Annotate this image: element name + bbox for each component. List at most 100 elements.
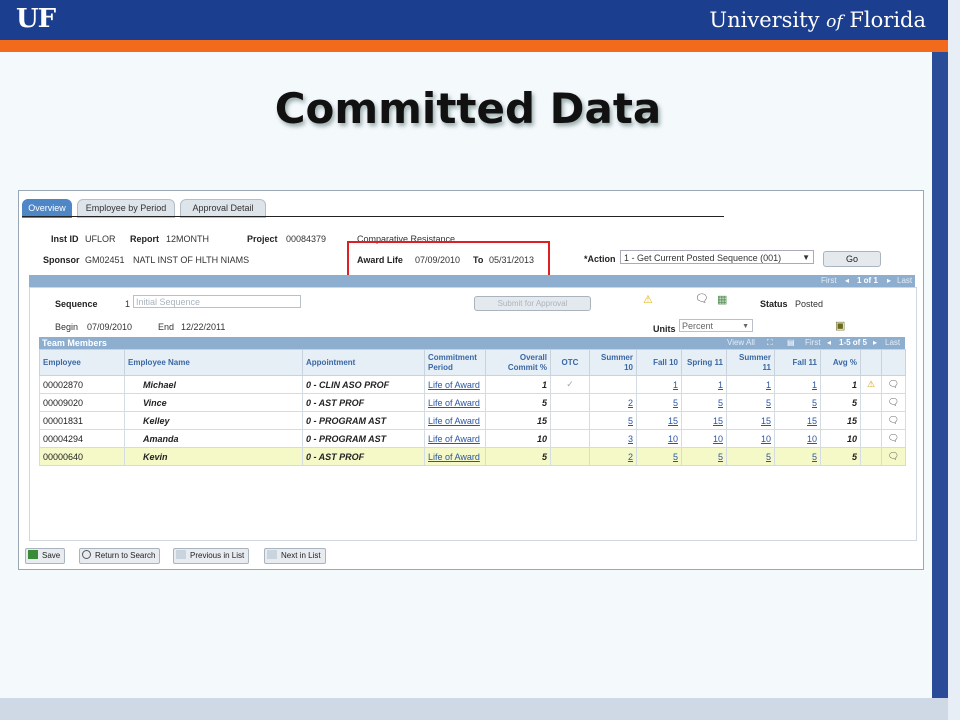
fall-10-link[interactable]: 5: [636, 393, 682, 412]
award-life-label: Award Life: [357, 255, 403, 265]
fall-11-link[interactable]: 5: [774, 393, 821, 412]
col-summer-11[interactable]: Summer 11: [726, 349, 775, 376]
comment-icon[interactable]: 🗨: [881, 429, 906, 448]
inst-id-value: UFLOR: [85, 234, 116, 244]
col-employee[interactable]: Employee: [39, 349, 125, 376]
otc-checkbox[interactable]: [550, 411, 590, 430]
commitment-period-link[interactable]: Life of Award: [424, 393, 486, 412]
col-otc[interactable]: OTC: [550, 349, 590, 376]
col-commitment-period[interactable]: Commitment Period: [424, 349, 486, 376]
save-icon: [28, 550, 38, 559]
avg-cell: 1: [820, 375, 861, 394]
spring-11-link[interactable]: 5: [681, 447, 727, 466]
warning-icon[interactable]: ⚠: [860, 375, 882, 394]
col-overall-commit[interactable]: Overall Commit %: [485, 349, 551, 376]
fall-10-link[interactable]: 5: [636, 447, 682, 466]
fall-11-link[interactable]: 15: [774, 411, 821, 430]
spring-11-link[interactable]: 15: [681, 411, 727, 430]
summer-10-link[interactable]: 2: [589, 447, 637, 466]
next-arrow-icon[interactable]: ▸: [873, 338, 877, 347]
comment-icon[interactable]: 🗨: [881, 411, 906, 430]
team-nav-first[interactable]: First: [805, 338, 821, 347]
orange-stripe: [0, 40, 948, 52]
prev-arrow-icon[interactable]: ◂: [827, 338, 831, 347]
submit-approval-button[interactable]: Submit for Approval: [474, 296, 591, 311]
folder-icon[interactable]: ▣: [835, 321, 845, 332]
summer-11-link[interactable]: 1: [726, 375, 775, 394]
comment-icon[interactable]: 🗨: [695, 294, 709, 305]
warning-icon[interactable]: ⚠: [643, 295, 653, 306]
prev-arrow-icon[interactable]: ◂: [845, 276, 849, 285]
sequence-label: Sequence: [55, 299, 98, 309]
summer-11-link[interactable]: 10: [726, 429, 775, 448]
sequence-input[interactable]: Initial Sequence: [133, 295, 301, 308]
table-row[interactable]: 00001831 Kelley 0 - PROGRAM AST Life of Awa…: [39, 411, 906, 430]
commitment-period-link[interactable]: Life of Award: [424, 429, 486, 448]
fall-10-link[interactable]: 15: [636, 411, 682, 430]
table-row[interactable]: 00000640 Kevin 0 - AST PROF Life of Award 5 2…: [39, 447, 906, 466]
col-appointment[interactable]: Appointment: [302, 349, 425, 376]
save-button[interactable]: Save: [25, 548, 66, 564]
summer-10-link[interactable]: 5: [589, 411, 637, 430]
next-arrow-icon[interactable]: ▸: [887, 276, 891, 285]
fall-11-link[interactable]: 5: [774, 447, 821, 466]
table-row[interactable]: 00009020 Vince 0 - AST PROF Life of Award 5 2…: [39, 393, 906, 412]
warning-icon[interactable]: [860, 393, 882, 412]
col-summer-10[interactable]: Summer 10: [589, 349, 637, 376]
col-employee-name[interactable]: Employee Name: [124, 349, 303, 376]
commitment-period-link[interactable]: Life of Award: [424, 411, 486, 430]
next-in-list-button[interactable]: Next in List: [264, 548, 326, 564]
employee-name-cell: Kevin: [124, 447, 303, 466]
fall-10-link[interactable]: 10: [636, 429, 682, 448]
otc-checkbox[interactable]: [550, 429, 590, 448]
summer-11-link[interactable]: 15: [726, 411, 775, 430]
team-nav-last[interactable]: Last: [885, 338, 900, 347]
otc-checkbox[interactable]: [550, 393, 590, 412]
action-select[interactable]: 1 - Get Current Posted Sequence (001) ▼: [620, 250, 814, 264]
col-avg[interactable]: Avg %: [820, 349, 861, 376]
comment-icon[interactable]: 🗨: [881, 447, 906, 466]
view-all-link[interactable]: View All: [727, 338, 755, 347]
col-fall-10[interactable]: Fall 10: [636, 349, 682, 376]
units-select[interactable]: Percent ▼: [679, 319, 753, 332]
table-row[interactable]: 00002870 Michael 0 - CLIN ASO PROF Life of …: [39, 375, 906, 394]
fall-11-link[interactable]: 10: [774, 429, 821, 448]
sequence-nav-bar: First ◂ 1 of 1 ▸ Last: [29, 275, 915, 287]
slide: UF University of Florida Committed Data …: [0, 0, 960, 720]
previous-in-list-button[interactable]: Previous in List: [173, 548, 250, 564]
warning-icon[interactable]: [860, 447, 882, 466]
right-edge: [948, 0, 960, 720]
grid-icon[interactable]: ▦: [717, 295, 727, 306]
commitment-period-link[interactable]: Life of Award: [424, 375, 486, 394]
fall-11-link[interactable]: 1: [774, 375, 821, 394]
comment-icon[interactable]: 🗨: [881, 375, 906, 394]
col-fall-11[interactable]: Fall 11: [774, 349, 821, 376]
fall-10-link[interactable]: 1: [636, 375, 682, 394]
summer-10-link[interactable]: [589, 375, 637, 394]
warning-icon[interactable]: [860, 429, 882, 448]
team-members-grid: Employee Employee Name Appointment Commi…: [39, 349, 906, 466]
otc-checkbox[interactable]: ✓: [550, 375, 590, 394]
employee-id-cell: 00009020: [39, 393, 125, 412]
to-label: To: [473, 255, 484, 265]
warning-icon[interactable]: [860, 411, 882, 430]
table-row[interactable]: 00004294 Amanda 0 - PROGRAM AST Life of Awa…: [39, 429, 906, 448]
commitment-period-link[interactable]: Life of Award: [424, 447, 486, 466]
comment-icon[interactable]: 🗨: [881, 393, 906, 412]
spring-11-link[interactable]: 10: [681, 429, 727, 448]
summer-11-link[interactable]: 5: [726, 447, 775, 466]
nav-last[interactable]: Last: [897, 276, 912, 285]
return-to-search-button[interactable]: Return to Search: [79, 548, 161, 564]
otc-checkbox[interactable]: [550, 447, 590, 466]
summer-10-link[interactable]: 3: [589, 429, 637, 448]
go-button[interactable]: Go: [823, 251, 881, 267]
col-spring-11[interactable]: Spring 11: [681, 349, 727, 376]
employee-name-cell: Vince: [124, 393, 303, 412]
summer-10-link[interactable]: 2: [589, 393, 637, 412]
nav-first[interactable]: First: [821, 276, 837, 285]
summer-11-link[interactable]: 5: [726, 393, 775, 412]
download-icon[interactable]: ▤: [787, 338, 795, 347]
spring-11-link[interactable]: 5: [681, 393, 727, 412]
zoom-icon[interactable]: ⛶: [767, 338, 773, 348]
spring-11-link[interactable]: 1: [681, 375, 727, 394]
